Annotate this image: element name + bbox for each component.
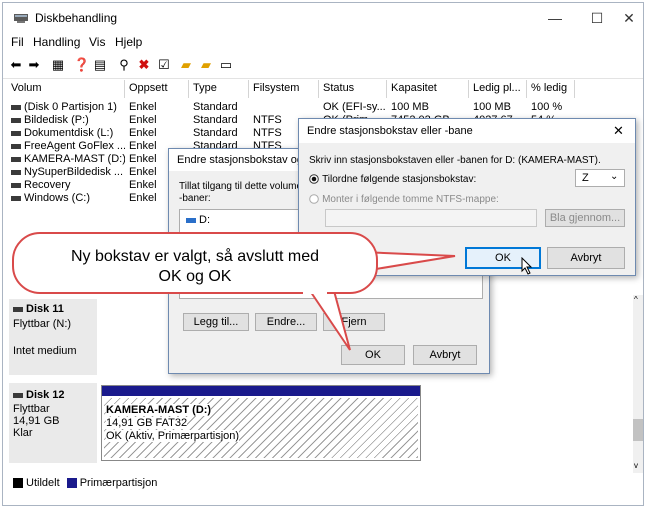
callout-line-2: OK og OK (158, 268, 232, 285)
callout-line-1: Ny bokstav er valgt, så avslutt med (70, 248, 320, 265)
instruction-callout: Ny bokstav er valgt, så avslutt med OK o… (12, 232, 378, 294)
